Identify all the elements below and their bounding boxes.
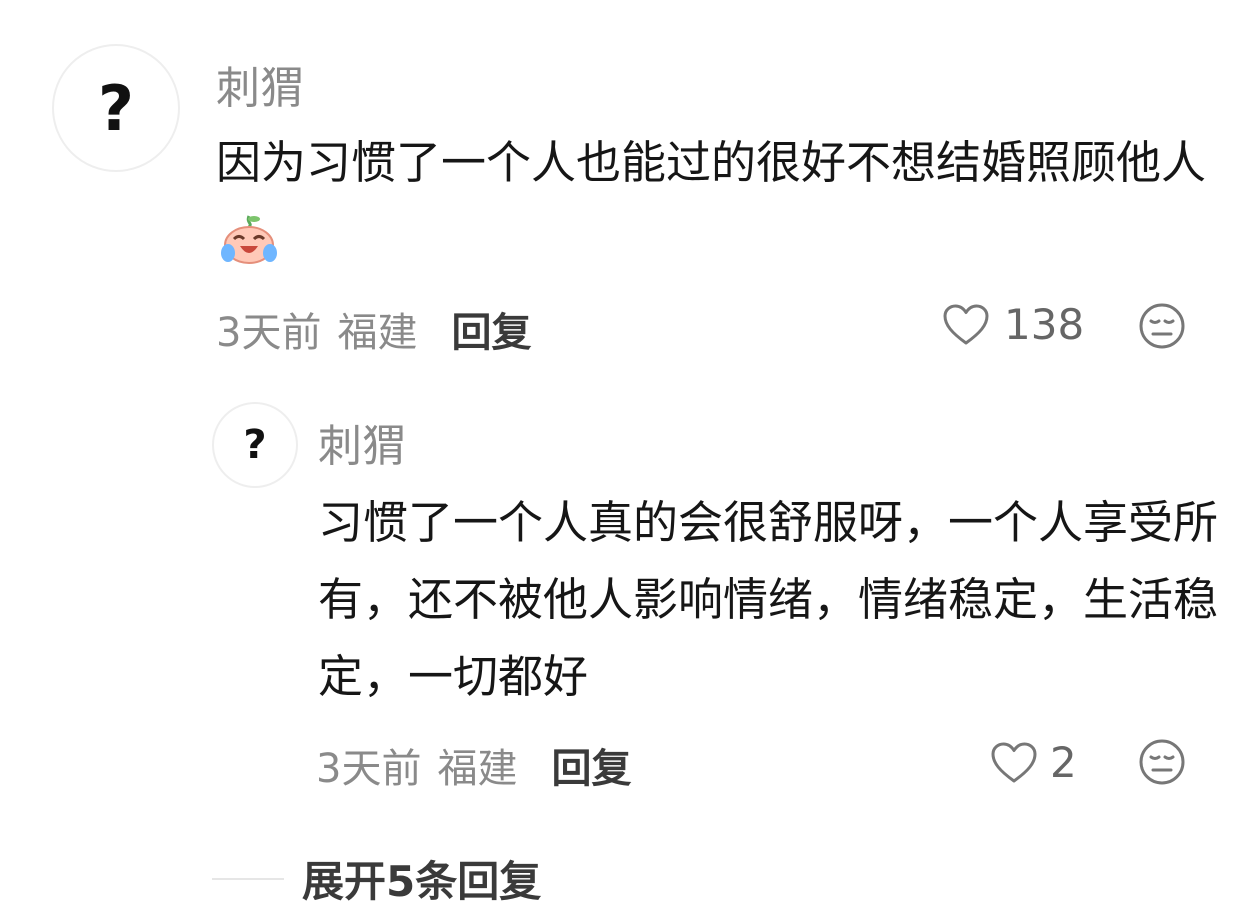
comment-time: 3天前 [216,310,322,356]
comment-meta: 3天前 福建 回复 [216,300,531,358]
heart-icon [942,303,990,347]
reply-button[interactable]: 回复 [451,300,531,358]
like-button[interactable]: 2 [990,738,1077,787]
reply-text: 习惯了一个人真的会很舒服呀，一个人享受所有，还不被他人影响情绪，情绪稳定，生活稳… [318,496,1219,703]
expand-replies-label: 展开5条回复 [302,857,542,906]
neutral-face-icon [1138,303,1186,354]
comment-text-content: 因为习惯了一个人也能过的很好不想结婚照顾他人 [216,136,1207,189]
neutral-face-icon [1138,739,1186,790]
avatar[interactable]: ? [52,44,180,172]
like-button[interactable]: 138 [942,300,1084,349]
username[interactable]: 刺猬 [216,52,304,116]
divider-line [212,877,284,880]
reply-item: ? 刺猬 习惯了一个人真的会很舒服呀，一个人享受所有，还不被他人影响情绪，情绪稳… [0,380,1260,820]
laugh-cry-emoji-icon [220,211,278,288]
avatar[interactable]: ? [212,402,298,488]
like-count: 2 [1050,738,1077,787]
dislike-button[interactable] [1138,302,1186,354]
comment-location: 福建 [337,310,418,356]
avatar-placeholder-glyph: ? [243,422,267,468]
avatar-placeholder-glyph: ? [98,71,134,145]
expand-replies-button[interactable]: 展开5条回复 [212,848,541,909]
reply-location: 福建 [437,746,518,792]
like-count: 138 [1004,300,1085,349]
reply-button[interactable]: 回复 [551,736,631,794]
comment-text: 因为习惯了一个人也能过的很好不想结婚照顾他人 [216,124,1216,288]
reply-time: 3天前 [316,746,422,792]
reply-meta: 3天前 福建 回复 [316,736,631,794]
username[interactable]: 刺猬 [318,410,406,474]
heart-icon [990,741,1038,785]
comment-item: ? 刺猬 因为习惯了一个人也能过的很好不想结婚照顾他人 3天前 福建 回复 13… [0,0,1260,370]
dislike-button[interactable] [1138,738,1186,790]
